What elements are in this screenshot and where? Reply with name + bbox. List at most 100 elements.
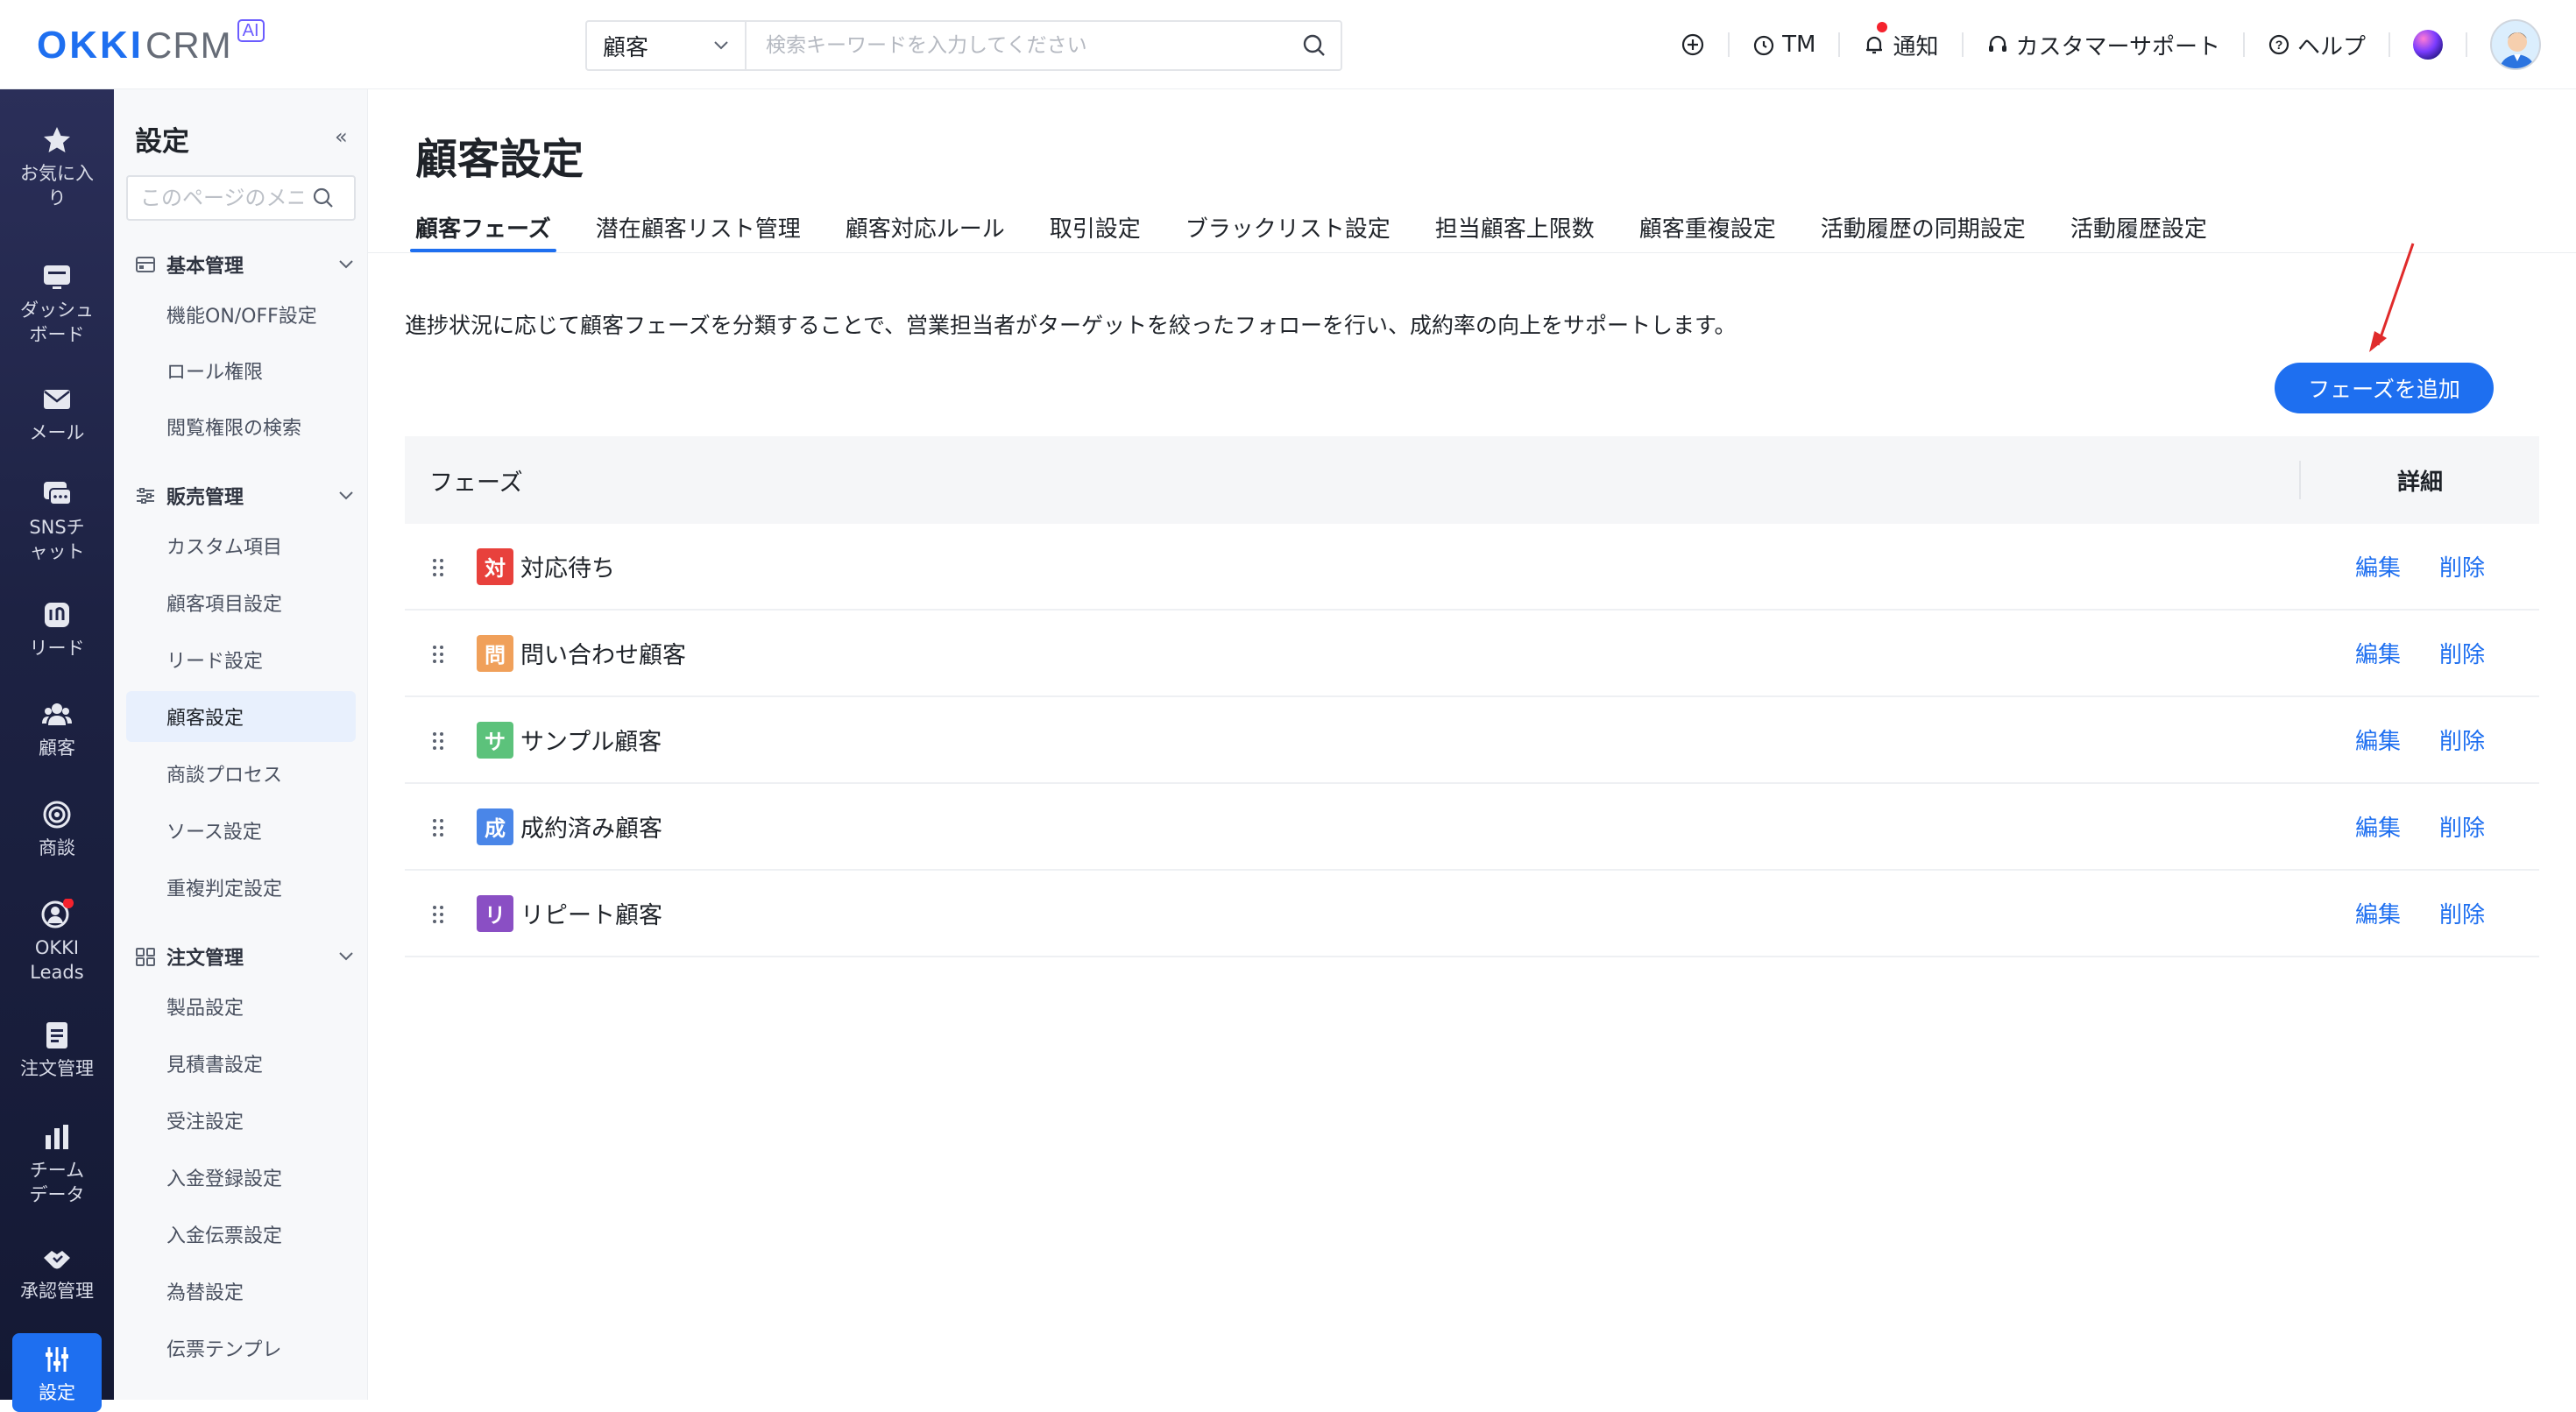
nav-dashboard[interactable]: ダッシュボード — [0, 261, 114, 347]
okki-leads-icon — [41, 899, 74, 928]
nav-settings[interactable]: 設定 — [0, 1344, 114, 1405]
edit-link[interactable]: 編集 — [2355, 550, 2401, 582]
search-icon[interactable] — [312, 187, 335, 209]
tab-customer-limit[interactable]: 担当顧客上限数 — [1435, 201, 1595, 252]
subnav-group-sales[interactable]: 販売管理 — [135, 482, 354, 510]
table-row: 対 対応待ち 編集 削除 — [405, 524, 2539, 611]
edit-link[interactable]: 編集 — [2355, 810, 2401, 843]
subnav-item-custom-fields[interactable]: カスタム項目 — [126, 520, 356, 571]
add-phase-button[interactable]: フェーズを追加 — [2275, 363, 2494, 413]
tab-potential-customer-list[interactable]: 潜在顧客リスト管理 — [596, 201, 801, 252]
tabs-divider — [368, 252, 2576, 253]
subnav-item-quote-settings[interactable]: 見積書設定 — [126, 1038, 356, 1089]
support-label: カスタマーサポート — [2015, 33, 2220, 60]
sales-settings-icon — [137, 488, 154, 504]
search-type-select[interactable]: 顧客 — [587, 22, 747, 69]
delete-link[interactable]: 削除 — [2439, 637, 2485, 669]
nav-settings-label: 設定 — [39, 1382, 75, 1403]
edit-link[interactable]: 編集 — [2355, 724, 2401, 756]
nav-lead-label: リード — [29, 638, 85, 659]
tab-customer-duplicate[interactable]: 顧客重複設定 — [1639, 201, 1776, 252]
nav-lead[interactable]: リード — [0, 599, 114, 660]
drag-handle-icon[interactable] — [431, 557, 445, 578]
customers-icon — [42, 703, 72, 725]
divider — [1961, 32, 1964, 57]
nav-deals[interactable]: 商談 — [0, 799, 114, 860]
mail-icon — [44, 390, 70, 409]
create-new-button[interactable] — [1681, 32, 1705, 57]
order-settings-icon — [136, 948, 155, 966]
subnav-search-input[interactable] — [128, 186, 303, 210]
nav-favorites[interactable]: お気に入り — [0, 124, 114, 210]
table-row: 問 問い合わせ顧客 編集 削除 — [405, 611, 2539, 697]
nav-mail[interactable]: メール — [0, 384, 114, 445]
page-title: 顧客設定 — [415, 135, 584, 184]
tm-button[interactable]: TM — [1752, 32, 1815, 58]
subnav-item-product-settings[interactable]: 製品設定 — [126, 981, 356, 1032]
subnav-item-customer-fields[interactable]: 顧客項目設定 — [126, 577, 356, 628]
divider — [2388, 32, 2390, 57]
okki-crm-logo[interactable]: OKKI CRM AI — [37, 19, 265, 72]
search-icon[interactable] — [1288, 33, 1341, 58]
nav-sns-chat[interactable]: SNSチャット — [0, 478, 114, 564]
tab-activity-settings[interactable]: 活動履歴設定 — [2070, 201, 2207, 252]
subnav-item-role-permissions[interactable]: ロール権限 — [126, 345, 356, 396]
delete-link[interactable]: 削除 — [2439, 724, 2485, 756]
divider — [2466, 32, 2467, 57]
phase-name: サンプル顧客 — [520, 729, 662, 756]
subnav-item-slip-template[interactable]: 伝票テンプレ — [126, 1323, 356, 1373]
chevron-down-icon — [339, 491, 353, 500]
nav-customers[interactable]: 顧客 — [0, 699, 114, 760]
phase-name: 対応待ち — [520, 555, 615, 582]
subnav-item-payment-registration[interactable]: 入金登録設定 — [126, 1152, 356, 1203]
subnav-item-lead-settings[interactable]: リード設定 — [126, 634, 356, 685]
global-search: 顧客 — [585, 20, 1342, 71]
search-input[interactable] — [747, 22, 1288, 69]
subnav-item-duplicate-rules[interactable]: 重複判定設定 — [126, 862, 356, 913]
nav-orders[interactable]: 注文管理 — [0, 1020, 114, 1081]
subnav-item-order-settings[interactable]: 受注設定 — [126, 1095, 356, 1146]
subnav-group-label: 基本管理 — [166, 256, 244, 278]
drag-handle-icon[interactable] — [431, 904, 445, 925]
chevron-down-icon — [339, 952, 353, 961]
delete-link[interactable]: 削除 — [2439, 550, 2485, 582]
notification-button[interactable]: 通知 — [1863, 21, 1939, 61]
nav-sns-chat-label: SNSチャット — [29, 517, 85, 562]
tab-activity-sync[interactable]: 活動履歴の同期設定 — [1821, 201, 2026, 252]
nav-team-data[interactable]: チームデータ — [0, 1121, 114, 1207]
edit-link[interactable]: 編集 — [2355, 897, 2401, 929]
user-avatar-button[interactable] — [2490, 19, 2541, 70]
edit-link[interactable]: 編集 — [2355, 637, 2401, 669]
help-button[interactable]: ? ヘルプ — [2268, 29, 2366, 61]
nav-okki-leads[interactable]: OKKI Leads — [0, 899, 114, 985]
nav-approval[interactable]: 承認管理 — [0, 1242, 114, 1303]
search-type-value: 顧客 — [603, 34, 649, 61]
tab-blacklist-settings[interactable]: ブラックリスト設定 — [1185, 201, 1391, 252]
tab-customer-rules[interactable]: 顧客対応ルール — [846, 201, 1005, 252]
subnav-group-basic[interactable]: 基本管理 — [135, 251, 354, 279]
collapse-icon[interactable]: « — [335, 124, 348, 149]
subnav-item-feature-toggle[interactable]: 機能ON/OFF設定 — [126, 289, 356, 340]
subnav-item-customer-settings[interactable]: 顧客設定 — [126, 691, 356, 742]
delete-link[interactable]: 削除 — [2439, 897, 2485, 929]
customer-support-button[interactable]: カスタマーサポート — [1986, 29, 2220, 61]
subnav-group-label: 販売管理 — [166, 487, 244, 509]
delete-link[interactable]: 削除 — [2439, 810, 2485, 843]
drag-handle-icon[interactable] — [431, 731, 445, 752]
ai-assistant-button[interactable] — [2413, 30, 2443, 60]
subnav-group-orders[interactable]: 注文管理 — [135, 943, 354, 971]
subnav-item-deal-process[interactable]: 商談プロセス — [126, 748, 356, 799]
subnav-item-exchange-rate[interactable]: 為替設定 — [126, 1266, 356, 1317]
column-header-phase: フェーズ — [429, 469, 523, 497]
tab-customer-phase[interactable]: 顧客フェーズ — [410, 201, 556, 252]
subnav-item-payment-slip[interactable]: 入金伝票設定 — [126, 1209, 356, 1260]
tm-label: TM — [1782, 32, 1816, 58]
phase-name: 成約済み顧客 — [520, 815, 662, 843]
phase-badge: 成 — [477, 808, 513, 845]
avatar — [2490, 19, 2541, 70]
subnav-item-view-permission-search[interactable]: 閲覧権限の検索 — [126, 401, 356, 452]
subnav-item-source-settings[interactable]: ソース設定 — [126, 805, 356, 856]
tab-transaction-settings[interactable]: 取引設定 — [1050, 201, 1141, 252]
drag-handle-icon[interactable] — [431, 644, 445, 665]
drag-handle-icon[interactable] — [431, 817, 445, 838]
